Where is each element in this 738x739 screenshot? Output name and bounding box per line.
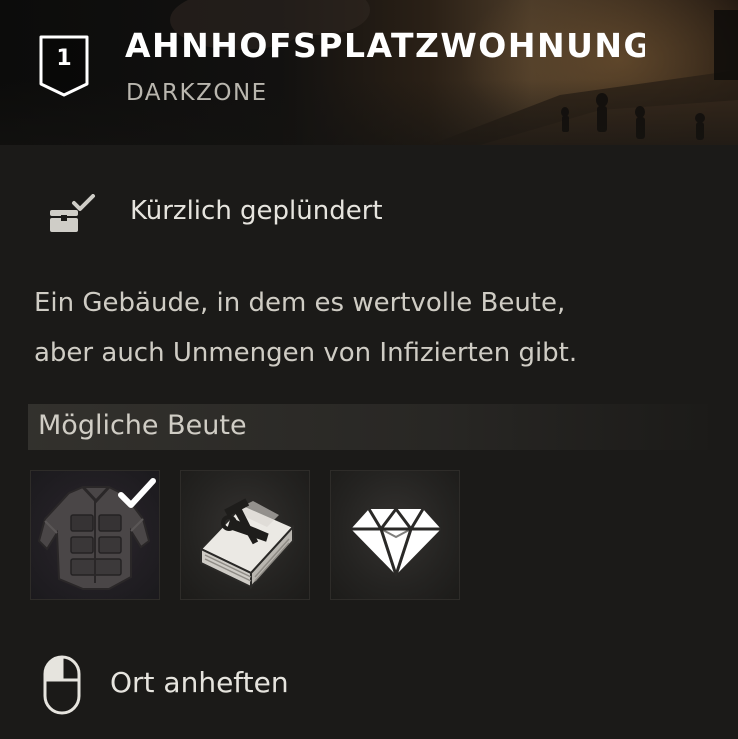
level-number: 1 [56, 46, 72, 71]
pin-location-label: Ort anheften [110, 666, 289, 699]
loot-slot-armor[interactable] [30, 470, 160, 600]
pin-location-action[interactable]: Ort anheften [42, 654, 289, 716]
gem-icon [351, 507, 441, 577]
header-fade [0, 0, 738, 145]
possible-loot-header: Mögliche Beute [28, 404, 708, 450]
location-title: AHNHOFSPLATZWOHNUNG [125, 26, 645, 65]
location-header: 1 AHNHOFSPLATZWOHNUNG DARKZONE [0, 0, 738, 145]
status-label: Kürzlich geplündert [130, 196, 383, 226]
mouse-left-click-icon [43, 655, 81, 715]
loot-slot-gem[interactable] [330, 470, 460, 600]
zone-label: DARKZONE [126, 80, 268, 106]
description-line: aber auch Unmengen von Infizierten gibt. [34, 338, 578, 368]
location-description: Ein Gebäude, in dem es wertvolle Beute, … [34, 278, 724, 378]
crafting-manual-icon [199, 498, 295, 590]
description-line: Ein Gebäude, in dem es wertvolle Beute, [34, 288, 566, 318]
possible-loot-label: Mögliche Beute [38, 410, 247, 441]
looted-chest-check-icon [50, 194, 95, 232]
level-badge: 1 [38, 34, 90, 98]
collected-check-icon [118, 478, 156, 508]
loot-slot-crafting-manual[interactable] [180, 470, 310, 600]
